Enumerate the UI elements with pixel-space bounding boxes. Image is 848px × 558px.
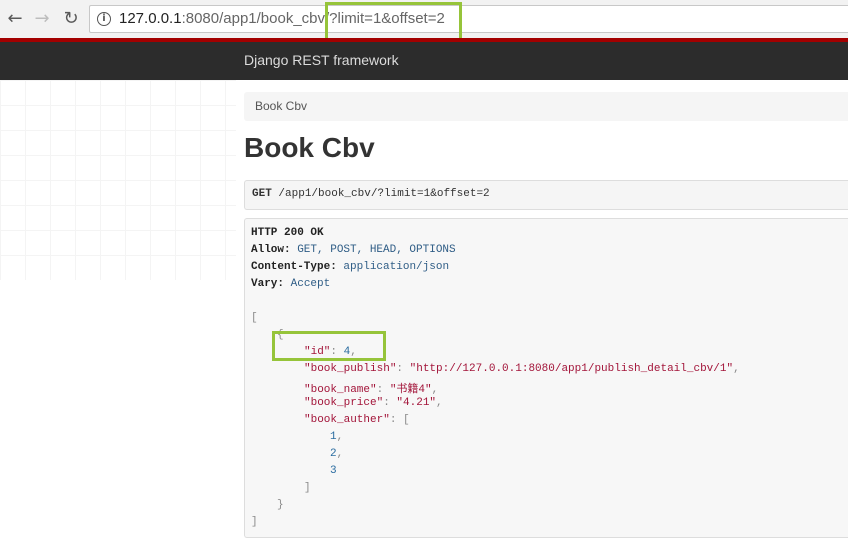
json-book-auther-line: "book_auther": [ <box>304 414 410 426</box>
json-key: "book_price" <box>304 397 384 409</box>
url-host: 127.0.0.1 <box>119 10 182 27</box>
forward-arrow-icon[interactable]: → <box>32 9 52 29</box>
json-key: "book_name" <box>304 384 377 396</box>
request-method: GET <box>252 188 272 200</box>
header-key: Allow: <box>251 244 291 256</box>
breadcrumb-item[interactable]: Book Cbv <box>255 99 307 113</box>
request-line: GET /app1/book_cbv/?limit=1&offset=2 <box>252 188 490 200</box>
header-value: GET, POST, HEAD, OPTIONS <box>290 244 456 256</box>
background-grid <box>0 80 236 280</box>
request-info: GET /app1/book_cbv/?limit=1&offset=2 <box>244 180 848 210</box>
json-number: 3 <box>330 465 337 477</box>
json-string: "书籍4" <box>389 384 432 396</box>
reload-icon[interactable]: ↻ <box>61 9 81 29</box>
response-status: HTTP 200 OK <box>251 227 324 239</box>
header-key: Vary: <box>251 278 285 290</box>
json-string: "4.21" <box>396 397 437 409</box>
json-open-bracket: [ <box>251 312 258 324</box>
json-key: "book_auther" <box>304 414 390 426</box>
json-array-item: 1, <box>330 431 344 443</box>
header-vary: Vary: Accept <box>251 278 330 290</box>
json-close-bracket: ] <box>251 516 258 528</box>
back-arrow-icon[interactable]: ← <box>5 9 25 29</box>
json-array-item: 3 <box>330 465 337 477</box>
header-value: application/json <box>336 261 450 273</box>
json-number: 1 <box>330 431 337 443</box>
info-icon[interactable]: i <box>97 12 111 26</box>
navbar: Django REST framework <box>0 42 848 80</box>
request-path: /app1/book_cbv/?limit=1&offset=2 <box>271 188 490 200</box>
json-book-price-line: "book_price": "4.21", <box>304 397 443 409</box>
breadcrumb: Book Cbv <box>244 92 848 121</box>
json-number: 2 <box>330 448 337 460</box>
query-highlight-box <box>325 2 462 42</box>
header-value: Accept <box>284 278 331 290</box>
json-key: "book_publish" <box>304 363 397 375</box>
header-key: Content-Type: <box>251 261 337 273</box>
json-close-brace: } <box>277 499 284 511</box>
json-array-close: ] <box>304 482 311 494</box>
json-link[interactable]: "http://127.0.0.1:8080/app1/publish_deta… <box>410 363 733 375</box>
json-book-publish-line: "book_publish": "http://127.0.0.1:8080/a… <box>304 363 740 375</box>
address-bar[interactable]: i 127.0.0.1:8080/app1/book_cbv/?limit=1&… <box>89 5 848 33</box>
brand-link[interactable]: Django REST framework <box>244 52 399 68</box>
json-array-item: 2, <box>330 448 344 460</box>
header-content-type: Content-Type: application/json <box>251 261 449 273</box>
json-array-open: [ <box>403 414 410 426</box>
json-book-name-line: "book_name": "书籍4", <box>304 384 439 396</box>
page-title: Book Cbv <box>244 132 375 163</box>
header-allow: Allow: GET, POST, HEAD, OPTIONS <box>251 244 456 256</box>
id-highlight-box <box>272 331 386 361</box>
